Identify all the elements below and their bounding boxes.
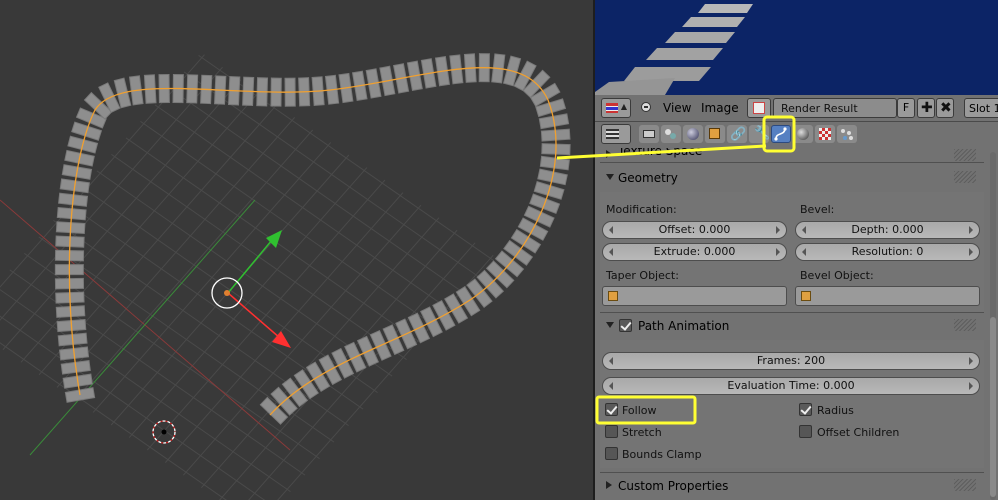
constraints-tab-icon: 🔗 [730,127,747,142]
floor-grid [0,54,495,500]
follow-checkbox[interactable] [605,403,618,416]
close-icon: ✖ [940,100,952,116]
bounds-clamp-label: Bounds Clamp [622,448,702,461]
3d-viewport[interactable] [0,0,593,500]
taper-object-label: Taper Object: [606,269,679,282]
constraints-tab[interactable]: 🔗 [727,125,747,143]
unlink-image-button[interactable]: ✖ [936,98,954,118]
editor-type-menu[interactable]: ▲ [601,98,631,118]
evaluation-time-field[interactable]: Evaluation Time: 0.000 [602,377,980,395]
fake-user-button[interactable]: F [897,98,915,118]
panel-title-geometry: Geometry [618,171,678,185]
track-ties [54,53,571,425]
scene-tab[interactable] [661,125,681,143]
properties-tab-bar: 🔗 🔧 [595,122,998,146]
particles-tab[interactable] [837,125,857,143]
stretch-label: Stretch [622,426,662,439]
material-tab[interactable] [793,125,813,143]
panel-custom-properties-header[interactable]: Custom Properties [600,475,984,497]
fake-user-label: F [902,101,910,114]
world-tab[interactable] [683,125,703,143]
curve-data-tab[interactable] [771,125,791,143]
stretch-checkbox[interactable] [605,425,618,438]
panel-separator [600,312,984,313]
panel-geometry-body: Modification: Bevel: Offset: 0.000 Depth… [600,192,984,312]
panel-geometry-header[interactable]: Geometry [600,167,984,189]
modifiers-tab[interactable]: 🔧 [749,125,771,143]
slot-selector[interactable]: Slot 1 [964,98,998,118]
panel-path-animation-header[interactable]: Path Animation [600,315,984,337]
path-animation-toggle[interactable] [619,319,632,332]
extrude-value: Extrude: 0.000 [653,245,736,258]
curve-data-tab-icon [774,127,787,141]
object-tab[interactable] [705,125,725,143]
cube-icon [801,291,811,301]
properties-editor-type-menu[interactable] [601,124,631,144]
frames-field[interactable]: Frames: 200 [602,352,980,370]
menu-image[interactable]: Image [701,101,739,115]
particles-tab-icon [841,129,845,133]
radius-checkbox[interactable] [799,403,812,416]
properties-editor: 🔗 🔧 Texture Space Geometry Modification:… [595,122,998,500]
menu-icon [606,103,618,113]
evaluation-time-value: Evaluation Time: 0.000 [727,379,855,392]
cursor-icon[interactable] [152,420,176,444]
render-tab[interactable] [639,125,659,143]
render-steps [595,4,753,95]
object-origin [224,290,230,296]
panel-separator [600,472,984,473]
modification-label: Modification: [606,203,677,216]
panel-path-animation-body: Frames: 200 Evaluation Time: 0.000 Follo… [600,340,984,468]
x-axis-handle[interactable] [227,292,281,339]
offset-children-label: Offset Children [817,426,900,439]
offset-value: Offset: 0.000 [658,223,731,236]
frames-value: Frames: 200 [756,354,826,367]
menu-icon [606,129,619,139]
texture-tab-icon [819,128,831,140]
slot-label: Slot 1 [969,102,998,115]
image-editor-header: ▲ View Image Render Result F ✚ ✖ Slot 1 [595,95,998,122]
add-icon: ✚ [921,100,933,116]
properties-scrollbar-thumb[interactable] [990,317,996,497]
panel-title-custom-properties: Custom Properties [618,479,729,493]
menu-view[interactable]: View [663,101,691,115]
collapse-icon[interactable] [641,102,651,112]
image-browse-button[interactable] [747,98,771,118]
extrude-field[interactable]: Extrude: 0.000 [602,243,787,261]
radius-label: Radius [817,404,854,417]
bounds-clamp-checkbox[interactable] [605,447,618,460]
panel-texture-space[interactable]: Texture Space [600,148,984,162]
object-tab-icon [709,128,720,139]
new-image-button[interactable]: ✚ [917,98,935,118]
viewport-scene [0,53,571,500]
offset-field[interactable]: Offset: 0.000 [602,221,787,239]
depth-value: Depth: 0.000 [851,223,924,236]
image-name-text: Render Result [781,102,858,115]
cube-icon [608,291,618,301]
image-name-field[interactable]: Render Result [773,98,897,118]
bevel-label: Bevel: [800,203,835,216]
depth-field[interactable]: Depth: 0.000 [795,221,980,239]
taper-object-field[interactable] [602,286,787,306]
render-result-preview [595,0,998,95]
follow-label: Follow [622,404,657,417]
offset-children-checkbox[interactable] [799,425,812,438]
panel-separator [600,162,984,163]
panel-title-texture-space: Texture Space [618,148,703,158]
bevel-object-label: Bevel Object: [800,269,874,282]
world-tab-icon [687,128,699,140]
bevel-object-field[interactable] [795,286,980,306]
panel-title-path-animation: Path Animation [638,319,730,333]
modifiers-tab-icon: 🔧 [754,126,771,141]
material-tab-icon [797,128,809,140]
resolution-value: Resolution: 0 [851,245,924,258]
scene-tab-icon [665,129,671,135]
texture-tab[interactable] [815,125,835,143]
image-icon [753,102,765,114]
render-tab-icon [643,130,655,138]
resolution-field[interactable]: Resolution: 0 [795,243,980,261]
